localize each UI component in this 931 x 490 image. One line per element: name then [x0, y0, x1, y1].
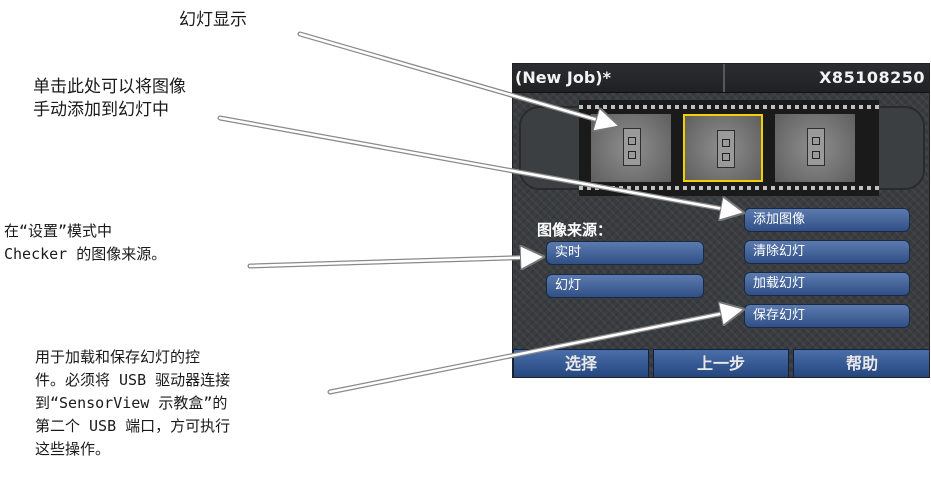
callout-arrows	[217, 31, 931, 395]
